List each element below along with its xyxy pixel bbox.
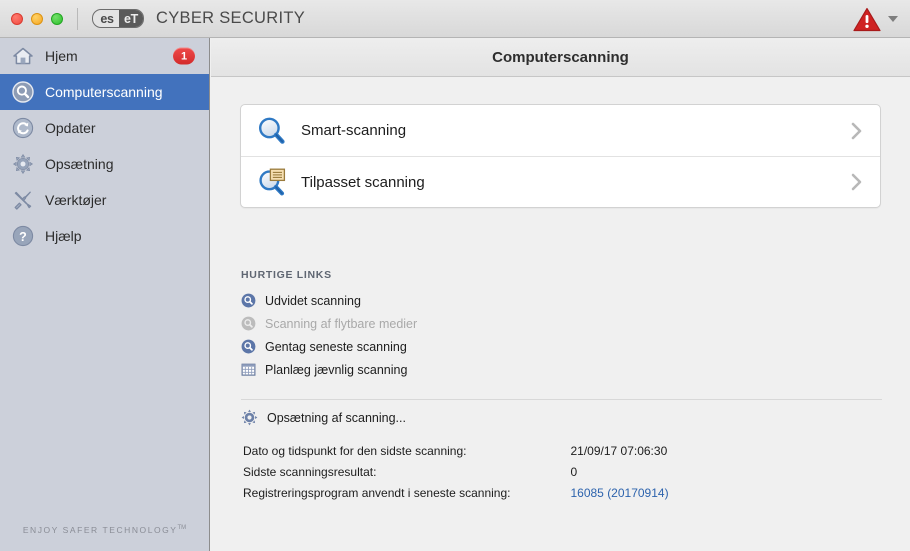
scan-option-label: Tilpasset scanning [301, 173, 425, 191]
scan-option-tilpasset-scanning[interactable]: Tilpasset scanning [241, 156, 880, 207]
warning-triangle-icon[interactable] [853, 7, 881, 32]
eset-logo-left: es [100, 11, 114, 26]
scan-info-table: Dato og tidspunkt for den sidste scannin… [241, 439, 671, 504]
scan-option-smart-scanning[interactable]: Smart-scanning [241, 105, 880, 156]
chevron-down-icon[interactable] [888, 16, 898, 22]
sidebar-item-computerscanning[interactable]: Computerscanning [0, 74, 209, 110]
chevron-right-icon[interactable] [851, 122, 862, 140]
eset-logo: es eT ® [92, 9, 144, 28]
main-content: Computerscanning Smart-scanning Tilpasse… [211, 38, 910, 551]
sidebar-item-label: Computerscanning [45, 84, 163, 100]
zoom-button[interactable] [51, 12, 63, 25]
quick-link-planlaeg-jaevnlig-scanning[interactable]: Planlæg jævnlig scanning [241, 358, 661, 381]
info-key: Dato og tidspunkt for den sidste scannin… [243, 443, 467, 458]
eset-logo-trademark: ® [143, 10, 144, 15]
gear-icon [241, 409, 258, 426]
quick-links-list: Udvidet scanning Scanning af flytbare me… [241, 289, 661, 381]
info-value: 0 [570, 464, 578, 479]
magnifier-icon [258, 117, 285, 144]
sidebar-item-label: Hjælp [45, 228, 82, 244]
table-row: Sidste scanningsresultat: 0 [243, 462, 669, 481]
calendar-icon [241, 363, 256, 376]
quick-link-label: Udvidet scanning [265, 293, 361, 308]
alert-area[interactable] [853, 0, 902, 38]
quick-link-label: Gentag seneste scanning [265, 339, 407, 354]
quick-link-udvidet-scanning[interactable]: Udvidet scanning [241, 289, 661, 312]
info-key: Sidste scanningsresultat: [243, 464, 377, 479]
quick-link-label: Scanning af flytbare medier [265, 316, 418, 331]
status-badge: 1 [173, 47, 195, 65]
magnifier-circle-icon [12, 81, 34, 103]
sidebar-item-opsaetning[interactable]: Opsætning [0, 146, 209, 182]
info-key: Registreringsprogram anvendt i seneste s… [243, 485, 511, 500]
eset-logo-right: eT [119, 10, 143, 27]
home-icon [13, 47, 33, 65]
sidebar-item-label: Opsætning [45, 156, 114, 172]
page-title: Computerscanning [492, 48, 629, 66]
chevron-right-icon[interactable] [851, 173, 862, 191]
scan-settings-label: Opsætning af scanning... [267, 410, 406, 425]
info-value-link[interactable]: 16085 (20170914) [522, 483, 668, 502]
magnifier-circle-icon [241, 293, 256, 308]
tagline: ENJOY SAFER TECHNOLOGYTM [0, 525, 209, 535]
scan-options-card: Smart-scanning Tilpasset scanning [240, 104, 881, 208]
sidebar-item-opdater[interactable]: Opdater [0, 110, 209, 146]
svg-text:?: ? [19, 230, 27, 244]
title-bar: es eT ® CYBER SECURITY [0, 0, 910, 38]
quick-link-scanning-af-flytbare-medier: Scanning af flytbare medier [241, 312, 661, 335]
sidebar-item-label: Værktøjer [45, 192, 107, 208]
minimize-button[interactable] [31, 12, 43, 25]
scan-settings-link[interactable]: Opsætning af scanning... [241, 409, 406, 426]
sidebar-item-hjaelp[interactable]: ? Hjælp [0, 218, 209, 254]
quick-link-gentag-seneste-scanning[interactable]: Gentag seneste scanning [241, 335, 661, 358]
tools-icon [14, 191, 32, 210]
quick-link-label: Planlæg jævnlig scanning [265, 362, 408, 377]
eset-cyber-security-window: es eT ® CYBER SECURITY Hjem 1 [0, 0, 910, 551]
quick-links-header: HURTIGE LINKS [241, 269, 332, 281]
gear-icon [12, 153, 34, 175]
info-value: 21/09/17 07:06:30 [570, 443, 668, 458]
question-circle-icon: ? [12, 225, 34, 247]
close-button[interactable] [11, 12, 23, 25]
scan-option-label: Smart-scanning [301, 122, 407, 139]
sidebar-item-hjem[interactable]: Hjem 1 [0, 38, 209, 74]
tagline-trademark: TM [177, 525, 187, 532]
sidebar-item-vaerktoejer[interactable]: Værktøjer [0, 182, 209, 218]
brand-name: CYBER SECURITY [156, 9, 306, 27]
refresh-circle-icon [12, 117, 34, 139]
traffic-lights [11, 12, 63, 25]
magnifier-circle-icon [241, 339, 256, 354]
page-header: Computerscanning [211, 38, 910, 77]
magnifier-document-icon [259, 168, 286, 196]
tagline-text: ENJOY SAFER TECHNOLOGY [22, 525, 178, 535]
magnifier-circle-icon [241, 316, 256, 331]
sidebar: Hjem 1 Computerscanning Opdater Opsætnin… [0, 38, 210, 551]
titlebar-separator [77, 7, 78, 30]
sidebar-item-label: Opdater [45, 120, 96, 136]
sidebar-item-label: Hjem [45, 48, 78, 64]
table-row: Registreringsprogram anvendt i seneste s… [243, 483, 669, 502]
section-divider [241, 399, 882, 400]
table-row: Dato og tidspunkt for den sidste scannin… [243, 441, 669, 460]
